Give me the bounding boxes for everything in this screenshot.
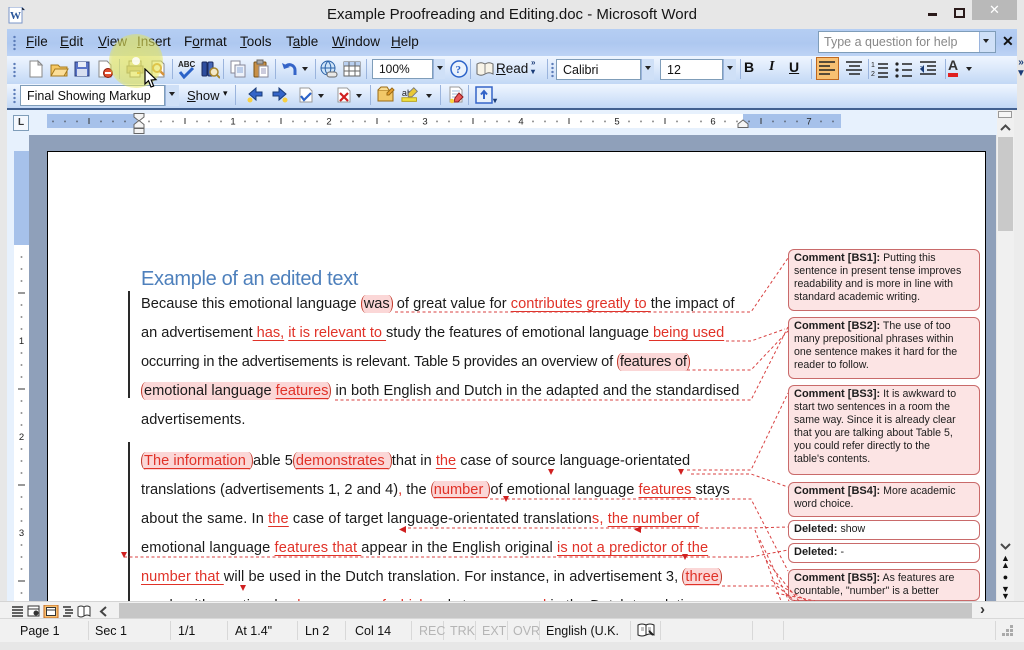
svg-text:1: 1 bbox=[230, 117, 235, 128]
svg-text:5: 5 bbox=[614, 117, 619, 128]
svg-text:2: 2 bbox=[326, 117, 331, 128]
svg-text:?: ? bbox=[456, 64, 462, 76]
svg-text:3: 3 bbox=[422, 117, 427, 128]
svg-text:2: 2 bbox=[871, 71, 875, 78]
svg-text:ABC: ABC bbox=[178, 60, 196, 69]
svg-text:6: 6 bbox=[710, 117, 715, 128]
svg-text:4: 4 bbox=[518, 117, 523, 128]
svg-text:7: 7 bbox=[806, 117, 811, 128]
svg-text:1: 1 bbox=[871, 62, 875, 69]
svg-text:3: 3 bbox=[19, 528, 24, 539]
svg-text:2: 2 bbox=[19, 432, 24, 443]
svg-text:1: 1 bbox=[19, 336, 24, 347]
